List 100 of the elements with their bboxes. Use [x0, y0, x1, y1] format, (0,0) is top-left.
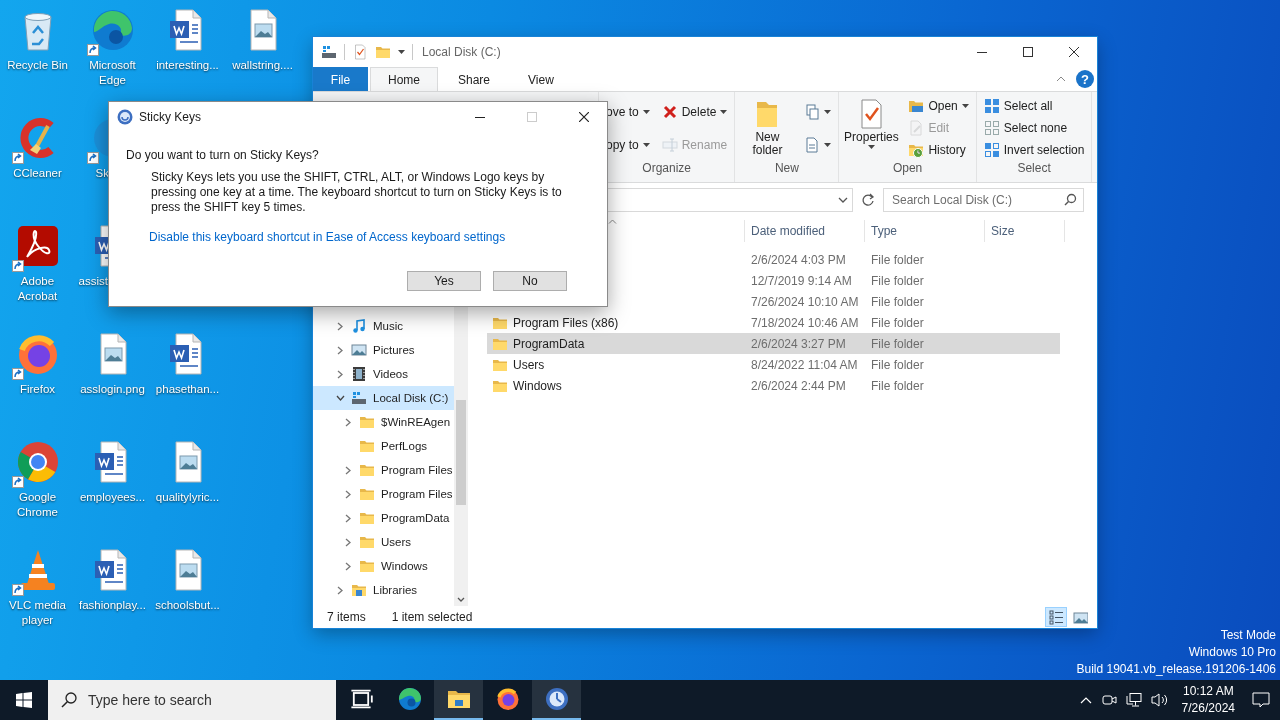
- icon-label: assist: [77, 274, 109, 289]
- column-header[interactable]: Size: [985, 220, 1065, 242]
- item-count: 7 items: [327, 610, 366, 624]
- firefox-icon: [495, 687, 520, 711]
- chevron-right-icon: [345, 561, 351, 571]
- new-folder-button[interactable]: New folder: [739, 95, 796, 161]
- ribbon-button[interactable]: Invert selection: [980, 139, 1088, 161]
- folder-icon: [359, 438, 375, 454]
- tree-item[interactable]: Users: [313, 530, 455, 554]
- ribbon-button[interactable]: History: [905, 139, 972, 161]
- camera-icon[interactable]: [1100, 692, 1117, 708]
- shortcut-arrow-icon: [11, 152, 24, 164]
- properties-button[interactable]: Properties: [843, 95, 900, 161]
- chevron-right-icon: [345, 417, 351, 427]
- film-icon: [351, 366, 367, 382]
- folder-icon: [359, 534, 375, 550]
- file-row[interactable]: Windows 2/6/2024 2:44 PM File folder: [487, 375, 1060, 396]
- icon-label: Google Chrome: [16, 490, 59, 520]
- task-view-icon: [348, 687, 373, 711]
- chevron-down-icon: [838, 197, 848, 203]
- build-info-text: Windows 10 Pro: [1188, 644, 1276, 661]
- tree-item[interactable]: PerfLogs: [313, 434, 455, 458]
- thumbnail-view-icon: [1072, 609, 1088, 625]
- search-field[interactable]: Type here to search: [48, 680, 336, 720]
- search-icon: [1064, 193, 1077, 206]
- drive-icon: [351, 390, 367, 406]
- folder-icon: [359, 414, 375, 430]
- volume-icon[interactable]: [1150, 692, 1169, 708]
- icon-label: Recycle Bin: [6, 58, 69, 73]
- file-row[interactable]: Users 8/24/2022 11:04 AM File folder: [487, 354, 1060, 375]
- pictures-icon: [351, 342, 367, 358]
- selection-count: 1 item selected: [391, 610, 473, 624]
- dialog-title: Sticky Keys: [139, 109, 202, 124]
- chevron-up-icon[interactable]: [1079, 696, 1092, 704]
- column-header[interactable]: Type: [865, 220, 985, 242]
- icon-label: qualitylyric...: [154, 490, 221, 505]
- icon-label: VLC media player: [8, 598, 67, 628]
- shortcut-arrow-icon: [11, 476, 24, 488]
- close-icon[interactable]: [579, 111, 589, 122]
- taskbar-button[interactable]: [434, 680, 483, 720]
- windows-logo-icon[interactable]: [16, 692, 32, 708]
- delete-icon: [661, 103, 678, 120]
- shortcut-arrow-icon: [11, 584, 24, 596]
- search-field[interactable]: Search Local Disk (C:): [883, 188, 1084, 212]
- group-label: Select: [1016, 161, 1052, 177]
- ribbon-button[interactable]: Select none: [980, 117, 1088, 139]
- scroll-down-icon: [457, 597, 465, 602]
- ribbon-button[interactable]: Delete: [658, 100, 731, 123]
- refresh-icon[interactable]: [861, 193, 875, 207]
- caret-icon: [961, 104, 969, 108]
- tree-item[interactable]: Videos: [313, 362, 455, 386]
- icon-label: Firefox: [18, 382, 57, 397]
- ribbon-tab[interactable]: Share: [440, 67, 509, 91]
- view-button[interactable]: [1045, 607, 1067, 627]
- chevron-right-icon: [345, 537, 351, 547]
- tree-item[interactable]: Local Disk (C:): [313, 386, 455, 410]
- clock[interactable]: 10:12 AM 7/26/2024: [1181, 683, 1235, 717]
- folder-icon: [359, 510, 375, 526]
- file-row[interactable]: ProgramData 2/6/2024 3:27 PM File folder: [487, 333, 1060, 354]
- tree-item[interactable]: ProgramData: [313, 506, 455, 530]
- tree-item[interactable]: Pictures: [313, 338, 455, 362]
- ribbon-tab[interactable]: Home: [370, 67, 438, 91]
- taskbar-button[interactable]: [532, 680, 581, 720]
- file-menu-button[interactable]: File: [313, 67, 368, 91]
- chevron-right-icon: [337, 585, 343, 595]
- dialog-message: Sticky Keys lets you use the SHIFT, CTRL, ALT, or Windows Logo keys by pressing one key at a time. The keyboard shortcut to turn on Sticky Keys is to press the SHIFT key 5 times.: [151, 170, 563, 215]
- dialog-question: Do you want to turn on Sticky Keys?: [126, 148, 320, 163]
- chevron-right-icon: [337, 369, 343, 379]
- collapse-ribbon-icon[interactable]: [1056, 76, 1066, 82]
- tree-item[interactable]: Music: [313, 314, 455, 338]
- icon-label: employees...: [78, 490, 147, 505]
- folder-icon: [359, 558, 375, 574]
- dialog-button[interactable]: No: [493, 271, 567, 291]
- tree-item[interactable]: $WinREAgen: [313, 410, 455, 434]
- dialog-button[interactable]: Yes: [407, 271, 481, 291]
- ribbon-button[interactable]: Open: [905, 95, 972, 117]
- edit-icon: [908, 120, 925, 136]
- history-icon: [908, 142, 925, 158]
- tree-item[interactable]: Program Files: [313, 458, 455, 482]
- network-icon[interactable]: [1125, 692, 1142, 708]
- tree-item[interactable]: Program Files: [313, 482, 455, 506]
- column-header[interactable]: Date modified: [745, 220, 865, 242]
- ribbon-tab[interactable]: View: [510, 67, 572, 91]
- icon-label: fashionplay...: [78, 598, 147, 613]
- close-icon[interactable]: [1069, 47, 1079, 57]
- ribbon-button[interactable]: Select all: [980, 95, 1088, 117]
- caret-icon: [824, 142, 832, 147]
- drive-icon[interactable]: [321, 44, 337, 60]
- caret-icon: [867, 145, 875, 149]
- shortcut-arrow-icon: [11, 368, 24, 380]
- file-row[interactable]: Program Files (x86) 7/18/2024 10:46 AM File folder: [487, 312, 1060, 333]
- help-button[interactable]: ?: [1076, 70, 1094, 88]
- maximize-icon[interactable]: [1023, 47, 1033, 57]
- icon-label: schoolsbut...: [154, 598, 221, 613]
- notifications-icon[interactable]: [1252, 692, 1270, 708]
- tree-item[interactable]: Windows: [313, 554, 455, 578]
- settings-link[interactable]: Disable this keyboard shortcut in Ease of Access keyboard settings: [149, 230, 506, 245]
- window-title: Local Disk (C:): [422, 45, 502, 59]
- properties-icon[interactable]: [352, 44, 368, 60]
- tree-item[interactable]: Libraries: [313, 578, 455, 602]
